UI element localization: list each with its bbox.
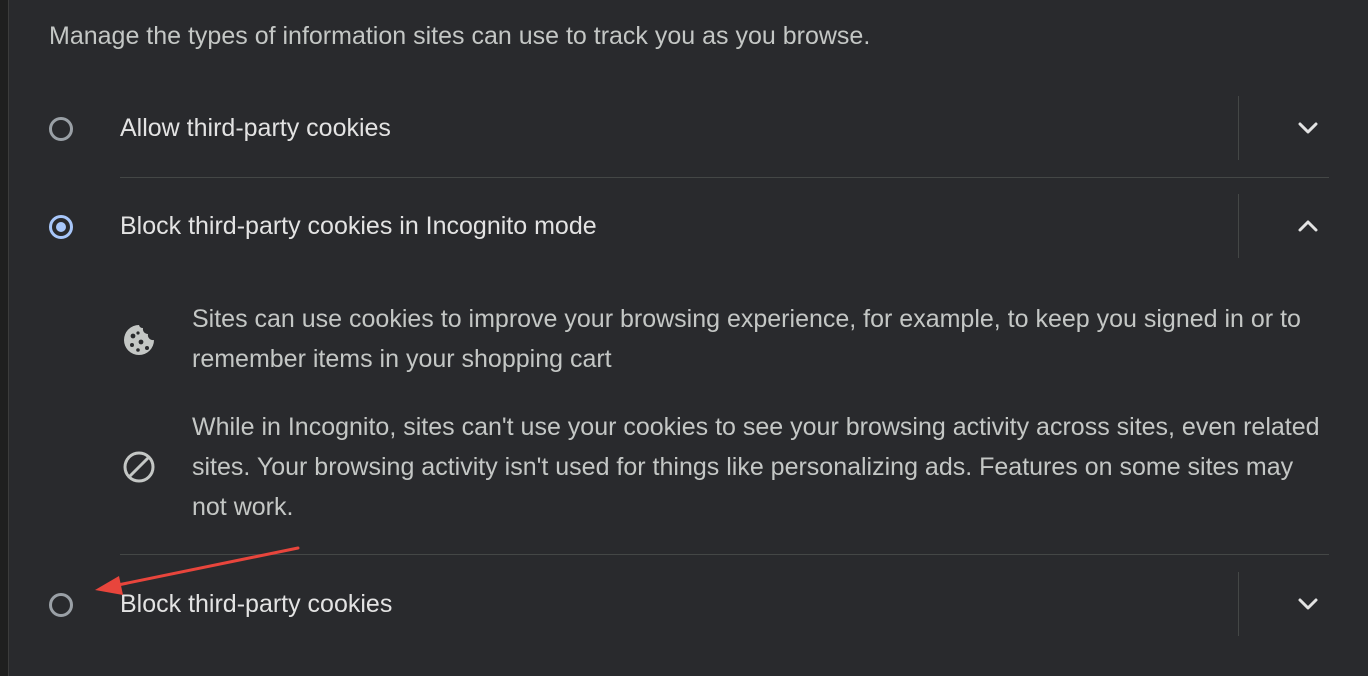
expand-chevron-down-icon[interactable] [1293, 113, 1323, 143]
vertical-divider [1238, 572, 1239, 636]
block-icon [121, 449, 157, 485]
option-label-block-incognito[interactable]: Block third-party cookies in Incognito m… [120, 212, 597, 241]
radio-block-third-party-cookies[interactable] [49, 593, 73, 617]
cookie-settings-panel: Manage the types of information sites ca… [8, 0, 1368, 676]
vertical-divider [1238, 96, 1239, 160]
collapse-chevron-up-icon[interactable] [1293, 211, 1323, 241]
option-label-allow[interactable]: Allow third-party cookies [120, 114, 391, 143]
cookie-usage-description: Sites can use cookies to improve your br… [192, 305, 1301, 373]
option-label-block[interactable]: Block third-party cookies [120, 590, 392, 619]
incognito-tracking-description: While in Incognito, sites can't use your… [192, 413, 1320, 521]
vertical-divider [1238, 194, 1239, 258]
radio-allow-third-party-cookies[interactable] [49, 117, 73, 141]
expand-chevron-down-icon[interactable] [1293, 589, 1323, 619]
cookie-icon [121, 322, 157, 358]
row-divider [120, 554, 1329, 555]
section-description: Manage the types of information sites ca… [49, 22, 871, 50]
radio-block-incognito[interactable] [49, 215, 73, 239]
row-divider [120, 177, 1329, 178]
